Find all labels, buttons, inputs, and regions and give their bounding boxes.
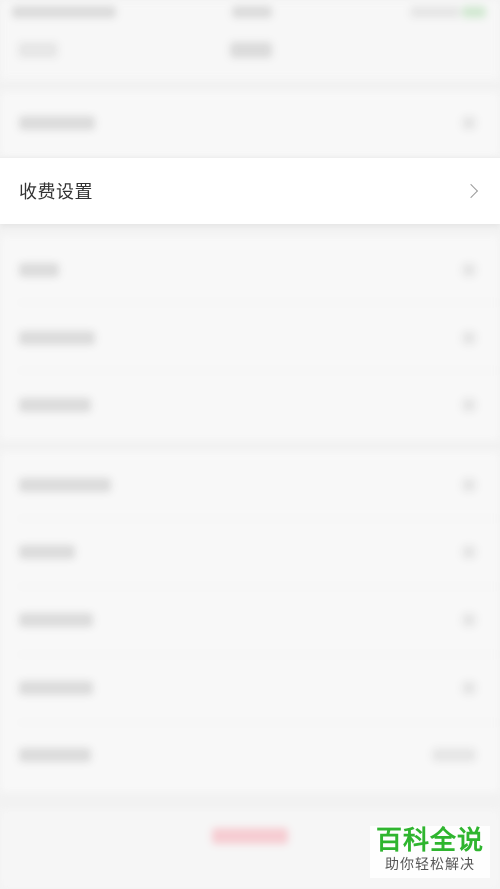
chevron-right-icon <box>462 116 476 130</box>
watermark-subtitle: 助你轻松解决 <box>385 857 475 873</box>
chevron-right-icon <box>462 398 476 412</box>
settings-item-label <box>19 263 59 277</box>
settings-item-label <box>19 398 91 412</box>
settings-item-label <box>19 613 93 627</box>
status-bar-time <box>232 6 272 18</box>
blurred-background <box>0 0 500 889</box>
back-button[interactable] <box>18 42 58 58</box>
chevron-right-icon <box>462 478 476 492</box>
chevron-right-icon <box>462 545 476 559</box>
settings-item-label <box>19 478 111 492</box>
row-divider <box>18 302 500 303</box>
settings-item-value <box>432 748 476 762</box>
chevron-right-icon <box>462 263 476 277</box>
settings-group-1 <box>0 92 500 156</box>
watermark-logo: 百科全说 助你轻松解决 <box>370 826 490 878</box>
row-divider <box>18 654 500 655</box>
logout-button[interactable] <box>212 828 288 844</box>
navigation-bar <box>0 24 500 80</box>
row-divider <box>18 722 500 723</box>
status-bar-left-info <box>12 6 116 18</box>
status-bar <box>0 0 500 24</box>
watermark-title: 百科全说 <box>375 826 484 856</box>
row-divider <box>18 518 500 519</box>
battery-icon <box>462 6 486 18</box>
settings-group-2 <box>0 236 500 440</box>
settings-item-label <box>19 331 95 345</box>
settings-item-label <box>19 748 91 762</box>
settings-item-fee-settings[interactable]: 收费设置 <box>0 157 500 224</box>
settings-item-label <box>19 681 93 695</box>
row-divider <box>18 370 500 371</box>
chevron-right-icon <box>462 331 476 345</box>
chevron-right-icon <box>462 681 476 695</box>
settings-item-label <box>19 545 75 559</box>
settings-group-3 <box>0 452 500 792</box>
status-bar-signal <box>410 6 460 18</box>
chevron-right-icon <box>462 613 476 627</box>
settings-item-label <box>19 116 95 130</box>
settings-item-label: 收费设置 <box>19 182 93 203</box>
row-divider <box>18 586 500 587</box>
page-title <box>230 42 272 58</box>
chevron-right-icon <box>463 183 479 199</box>
